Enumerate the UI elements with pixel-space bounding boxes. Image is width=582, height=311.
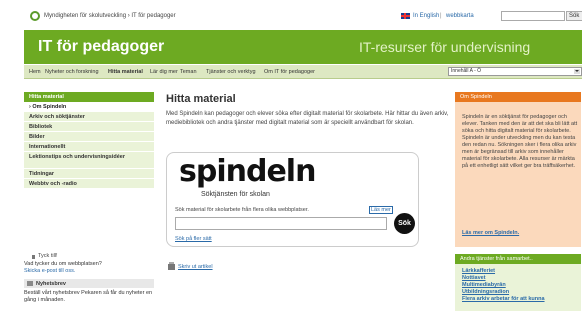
- nav-themes[interactable]: Teman: [180, 69, 197, 75]
- nav-news[interactable]: Nyheter och forskning: [45, 69, 99, 75]
- sidebar-menu: › Om Spindeln Arkiv och söktjänster Bibl…: [24, 102, 154, 189]
- service-link[interactable]: Lärkkafferiet: [462, 268, 580, 275]
- newsletter-icon: [27, 281, 33, 286]
- print-article-link[interactable]: Skriv ut artikel: [178, 264, 213, 270]
- sidebar-heading[interactable]: Hitta material: [24, 92, 154, 102]
- sidebar-item-magazines[interactable]: Tidningar: [24, 169, 154, 179]
- sidebar-item-lesson-tips[interactable]: Lektionstips och undervisningsidéer: [24, 152, 154, 169]
- nav-learn-more[interactable]: Lär dig mer: [150, 69, 178, 75]
- sidebar-item-om-spindeln[interactable]: › Om Spindeln: [24, 102, 154, 112]
- nav-about[interactable]: Om IT för pedagoger: [264, 69, 315, 75]
- intro-text: Med Spindeln kan pedagoger och elever sö…: [166, 111, 449, 126]
- chevron-down-icon[interactable]: [574, 69, 580, 74]
- sidebar-item-international[interactable]: Internationellt: [24, 142, 154, 152]
- site-banner: IT för pedagoger IT-resurser för undervi…: [24, 30, 582, 64]
- newsletter-text: Beställ vårt nyhetsbrev Pekaren så får d…: [24, 290, 153, 303]
- uk-flag-icon: [401, 13, 410, 19]
- spindeln-search-input[interactable]: [175, 217, 387, 230]
- other-services-box: Andra tjänster från samarbet.. Lärkkaffe…: [455, 254, 581, 311]
- service-link[interactable]: Multimediabyrån: [462, 282, 580, 289]
- nav-find-material[interactable]: Hitta material: [108, 69, 143, 75]
- site-title[interactable]: IT för pedagoger: [38, 38, 164, 56]
- spindeln-search-box: spindeln Söktjänsten för skolan Sök mate…: [166, 152, 419, 247]
- site-search-button[interactable]: Sök: [566, 11, 582, 21]
- about-box-text: Spindeln är en söktjänst för pedagoger o…: [462, 114, 578, 169]
- sitemap-link[interactable]: webbkarta: [446, 13, 474, 19]
- site-tagline: IT-resurser för undervisning: [359, 39, 531, 55]
- service-link[interactable]: Nottiavet: [462, 275, 580, 282]
- spindeln-description: Sök material för skolarbete från flera o…: [175, 207, 309, 213]
- service-link[interactable]: Flera arkiv arbetar för att kunna: [462, 296, 580, 303]
- content-az-value: Innehåll A - Ö: [451, 68, 482, 74]
- site-search-input[interactable]: [501, 11, 565, 21]
- newsletter-header: Nyhetsbrev: [24, 279, 154, 288]
- nav-home[interactable]: Hem: [29, 69, 41, 75]
- service-link[interactable]: Utbildningsradion: [462, 289, 580, 296]
- feedback-title: Tyck till!: [38, 253, 58, 259]
- other-services-list: Lärkkafferiet Nottiavet Multimediabyrån …: [462, 268, 580, 303]
- printer-icon[interactable]: [168, 262, 175, 270]
- main-nav: Hem Nyheter och forskning Hitta material…: [24, 65, 582, 79]
- other-services-header: Andra tjänster från samarbet..: [455, 254, 581, 264]
- about-box-link[interactable]: Läs mer om Spindeln.: [462, 230, 519, 236]
- speech-icon: [32, 255, 37, 259]
- more-search-options-link[interactable]: Sök på fler sätt: [175, 236, 212, 242]
- agency-breadcrumb[interactable]: Myndigheten för skolutveckling › IT för …: [44, 13, 176, 19]
- about-box-heading: Om Spindeln: [460, 94, 492, 100]
- spindeln-subtitle: Söktjänsten för skolan: [201, 191, 270, 198]
- top-bar: Myndigheten för skolutveckling › IT för …: [0, 0, 582, 30]
- read-more-link[interactable]: Läs mer: [369, 206, 393, 214]
- content-az-select[interactable]: Innehåll A - Ö: [448, 67, 582, 76]
- feedback-question: Vad tycker du om webbplatsen?: [24, 261, 102, 267]
- sidebar-heading-label: Hitta material: [29, 94, 64, 100]
- newsletter-title: Nyhetsbrev: [36, 280, 66, 287]
- sidebar-item-webtv[interactable]: Webbtv och -radio: [24, 179, 154, 189]
- about-spindeln-box: Om Spindeln Spindeln är en söktjänst för…: [455, 92, 581, 247]
- page-title: Hitta material: [166, 93, 236, 105]
- other-services-heading: Andra tjänster från samarbet..: [460, 256, 533, 262]
- top-separator: |: [440, 13, 442, 19]
- spindeln-search-button[interactable]: Sök: [394, 213, 415, 234]
- in-english-link[interactable]: In English: [413, 13, 439, 19]
- feedback-email-link[interactable]: Skicka e-post till oss.: [24, 268, 75, 274]
- nav-services[interactable]: Tjänster och verktyg: [206, 69, 256, 75]
- agency-logo-icon[interactable]: [30, 11, 40, 21]
- sidebar-item-images[interactable]: Bilder: [24, 132, 154, 142]
- sidebar-item-library[interactable]: Bibliotek: [24, 122, 154, 132]
- sidebar-item-archives[interactable]: Arkiv och söktjänster: [24, 112, 154, 122]
- about-box-header: Om Spindeln: [455, 92, 581, 102]
- spindeln-logo: spindeln: [179, 154, 316, 189]
